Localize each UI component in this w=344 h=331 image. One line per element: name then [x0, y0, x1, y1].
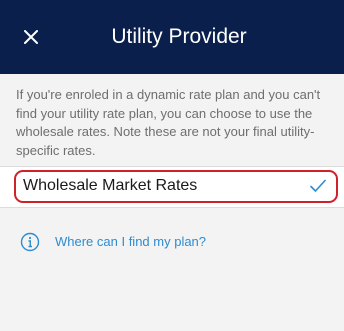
page-title: Utility Provider — [111, 25, 247, 48]
header-bar: Utility Provider — [0, 0, 344, 74]
utility-provider-screen: Utility Provider If you're enroled in a … — [0, 0, 344, 331]
find-plan-link[interactable]: Where can I find my plan? — [20, 230, 206, 254]
description-text: If you're enroled in a dynamic rate plan… — [16, 87, 321, 158]
checkmark-icon — [310, 179, 326, 192]
divider-bottom — [0, 207, 344, 208]
option-label: Wholesale Market Rates — [23, 177, 198, 194]
find-plan-label: Where can I find my plan? — [55, 234, 207, 249]
info-icon — [20, 232, 40, 252]
